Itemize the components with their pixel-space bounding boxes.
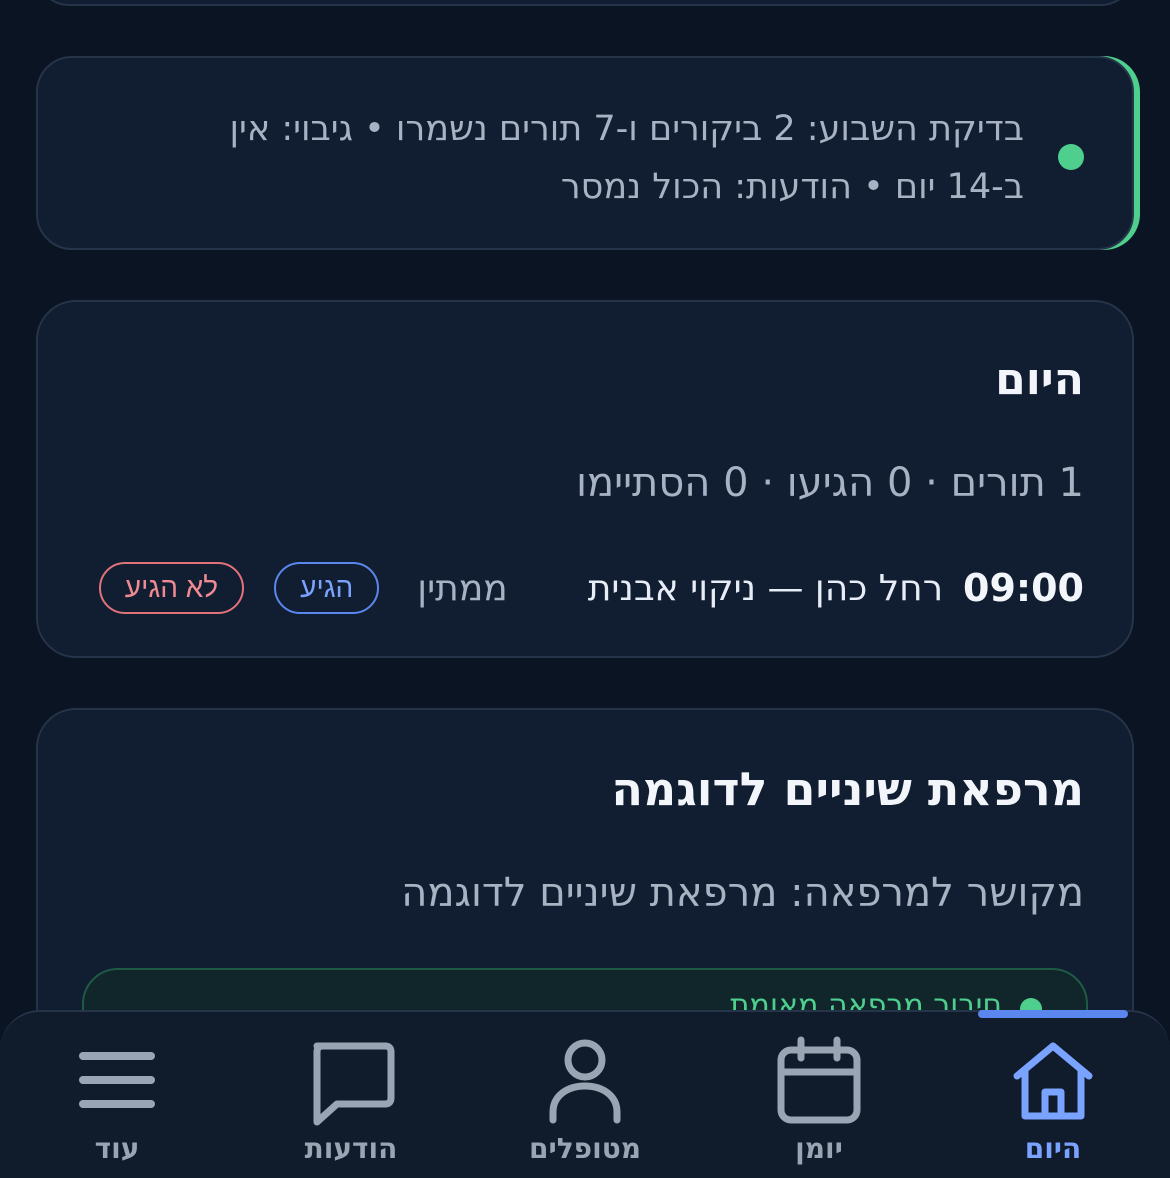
weekly-status-text: בדיקת השבוע: 2 ביקורים ו-7 תורים נשמרו •… — [229, 109, 1024, 207]
appointment-row[interactable]: 09:00 רחל כהן — ניקוי אבנית ממתין הגיע ל… — [82, 560, 1084, 616]
active-tab-indicator — [978, 1010, 1128, 1018]
calendar-icon — [777, 1036, 861, 1124]
nav-item-patients[interactable]: מטופלים — [468, 1012, 702, 1178]
nav-item-messages[interactable]: הודעות — [234, 1012, 468, 1178]
menu-icon — [79, 1052, 155, 1108]
clinic-linked-text: מקושר למרפאה: מרפאת שיניים לדוגמה — [401, 870, 1084, 916]
today-title: היום — [995, 354, 1084, 405]
nav-item-more[interactable]: עוד — [0, 1012, 234, 1178]
appointment-state: ממתין — [417, 567, 508, 609]
nav-label-today: היום — [1024, 1132, 1082, 1165]
bottom-navigation: היום יומן מטופלים הודעות עוד — [0, 1010, 1170, 1178]
today-summary: 1 תורים · 0 הגיעו · 0 הסתיימו — [576, 460, 1084, 506]
status-dot-icon — [1058, 144, 1084, 170]
nav-label-calendar: יומן — [795, 1132, 843, 1165]
nav-label-more: עוד — [94, 1132, 140, 1165]
appointment-description: רחל כהן — ניקוי אבנית — [587, 567, 944, 609]
today-card: היום 1 תורים · 0 הגיעו · 0 הסתיימו 09:00… — [36, 300, 1134, 658]
arrived-button[interactable]: הגיע — [274, 562, 380, 614]
nav-label-messages: הודעות — [304, 1132, 398, 1165]
nav-label-patients: מטופלים — [529, 1132, 641, 1165]
nav-item-today[interactable]: היום — [936, 1010, 1170, 1178]
appointment-time: 09:00 — [963, 566, 1084, 610]
person-icon — [549, 1039, 621, 1124]
previous-card — [36, 0, 1134, 6]
nav-item-calendar[interactable]: יומן — [702, 1012, 936, 1178]
no-show-button[interactable]: לא הגיע — [98, 562, 245, 614]
weekly-status-card: בדיקת השבוע: 2 ביקורים ו-7 תורים נשמרו •… — [36, 56, 1134, 250]
message-icon — [313, 1042, 395, 1126]
home-icon — [1013, 1042, 1093, 1120]
app-screen: בדיקת השבוע: 2 ביקורים ו-7 תורים נשמרו •… — [0, 0, 1170, 1178]
clinic-title: מרפאת שיניים לדוגמה — [611, 762, 1084, 816]
